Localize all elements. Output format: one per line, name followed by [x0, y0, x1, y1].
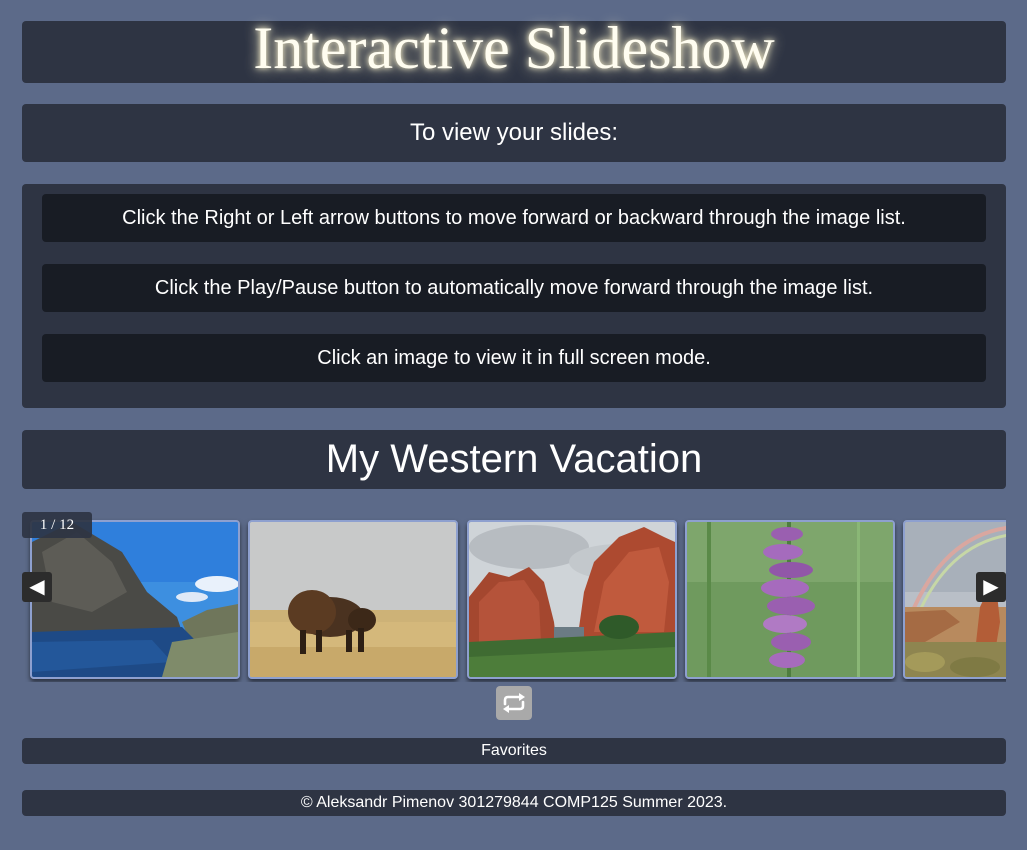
previous-button[interactable]: ◀: [22, 572, 52, 602]
next-button[interactable]: ▶: [976, 572, 1006, 602]
subtitle-panel: To view your slides:: [22, 104, 1006, 162]
gallery-title-panel: My Western Vacation: [22, 430, 1006, 489]
favorites-label: Favorites: [481, 742, 547, 759]
copyright-text: © Aleksandr Pimenov 301279844 COMP125 Su…: [300, 794, 728, 811]
arrow-right-icon: ▶: [983, 576, 999, 598]
page-title: Interactive Slideshow: [253, 15, 775, 81]
instructions-panel: Click the Right or Left arrow buttons to…: [22, 184, 1006, 408]
play-pause-button[interactable]: [496, 686, 532, 720]
instructions-heading: To view your slides:: [409, 119, 619, 146]
footer: © Aleksandr Pimenov 301279844 COMP125 Su…: [22, 790, 1006, 816]
slide-counter: 1 / 12: [22, 512, 92, 538]
arrow-left-icon: ◀: [29, 576, 45, 598]
slide-bison[interactable]: [248, 520, 458, 679]
instruction-arrows: Click the Right or Left arrow buttons to…: [42, 194, 986, 242]
gallery-title: My Western Vacation: [325, 437, 703, 481]
slide-wildflower[interactable]: [685, 520, 895, 679]
repeat-icon: [503, 693, 525, 713]
instruction-full-screen: Click an image to view it in full screen…: [42, 334, 986, 382]
instruction-play-pause: Click the Play/Pause button to automatic…: [42, 264, 986, 312]
slide-mountain-lake[interactable]: [30, 520, 240, 679]
bison-image: [250, 522, 456, 677]
mountain-lake-image: [32, 522, 238, 677]
image-carousel: 1 / 12 ◀ ▶: [22, 512, 1006, 682]
title-panel: Interactive Slideshow: [22, 15, 1006, 83]
favorites-bar[interactable]: Favorites: [22, 738, 1006, 764]
wildflower-image: [687, 522, 893, 677]
slide-red-rocks[interactable]: [467, 520, 677, 679]
red-rocks-image: [469, 522, 675, 677]
